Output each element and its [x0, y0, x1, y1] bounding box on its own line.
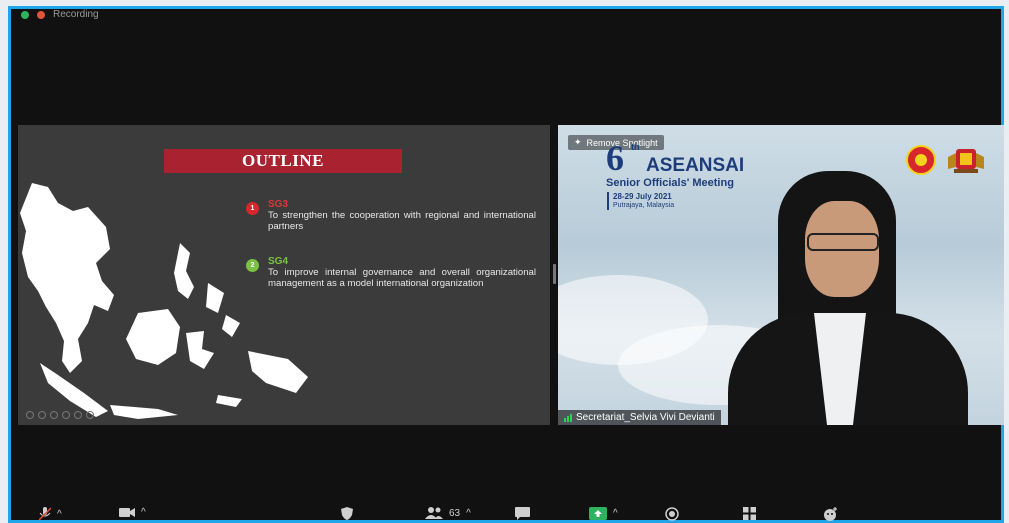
chevron-up-icon[interactable]: ^ — [57, 509, 62, 520]
prev-slide-icon[interactable] — [26, 411, 34, 419]
zoom-icon[interactable] — [74, 411, 82, 419]
goal-sg3: 1 SG3 To strengthen the cooperation with… — [246, 199, 536, 232]
chevron-up-icon[interactable]: ^ — [466, 508, 471, 519]
goal-number-badge: 1 — [246, 202, 259, 215]
signal-icon — [564, 413, 572, 422]
goal-description: To improve internal governance and overa… — [268, 267, 536, 289]
meeting-window: Recording OUTLINE 1 SG3 To strengthen th… — [8, 6, 1004, 523]
goal-code: SG3 — [268, 199, 289, 210]
record-icon — [665, 507, 679, 521]
goal-code: SG4 — [268, 256, 289, 267]
reactions-button[interactable] — [823, 507, 838, 521]
asean-logo — [906, 145, 936, 175]
recording-label: Recording — [53, 9, 99, 20]
speaker-glasses — [807, 233, 879, 251]
share-screen-button[interactable]: ^ — [589, 507, 618, 520]
speaker-video[interactable]: ✦ Remove Spotlight 6 th ASEANSAI Senior … — [558, 125, 1004, 425]
split-handle[interactable] — [553, 264, 556, 284]
participant-name: Secretariat_Selvia Vivi Devianti — [576, 412, 715, 423]
camera-icon — [119, 508, 135, 517]
shield-icon — [341, 507, 353, 520]
meeting-toolbar: ^ ^ 63 ^ ^ — [11, 507, 1001, 523]
event-dates: 28-29 July 2021 — [613, 192, 672, 201]
microphone-muted-icon — [39, 507, 51, 521]
apps-button[interactable] — [743, 507, 756, 520]
participant-name-tag: Secretariat_Selvia Vivi Devianti — [558, 410, 721, 425]
apps-grid-icon — [743, 507, 756, 520]
next-slide-icon[interactable] — [38, 411, 46, 419]
participants-icon — [425, 507, 443, 519]
reaction-icon — [824, 507, 837, 521]
recording-indicator[interactable]: Recording — [21, 9, 99, 20]
record-dot-icon — [37, 10, 45, 19]
pen-icon[interactable] — [50, 411, 58, 419]
participants-count: 63 — [449, 507, 461, 519]
chevron-up-icon[interactable]: ^ — [141, 507, 146, 518]
shared-screen[interactable]: OUTLINE 1 SG3 To strengthen the cooperat… — [18, 125, 550, 425]
pin-icon: ✦ — [574, 137, 582, 147]
chevron-up-icon[interactable]: ^ — [613, 508, 618, 519]
mute-button[interactable]: ^ — [39, 507, 62, 521]
malaysia-crest-logo — [948, 149, 984, 173]
event-place: Putrajaya, Malaysia — [613, 202, 675, 209]
slide-controls[interactable] — [26, 411, 94, 419]
participants-button[interactable]: 63 ^ — [425, 507, 471, 519]
security-check-icon — [21, 10, 29, 19]
more-icon[interactable] — [86, 411, 94, 419]
goal-description: To strengthen the cooperation with regio… — [268, 210, 536, 232]
record-button[interactable] — [665, 507, 679, 521]
event-divider — [607, 192, 609, 210]
video-button[interactable]: ^ — [119, 507, 146, 518]
share-screen-icon — [589, 507, 607, 520]
event-name: ASEANSAI — [646, 155, 745, 176]
event-number: 6 — [606, 138, 624, 178]
goal-sg4: 2 SG4 To improve internal governance and… — [246, 256, 536, 289]
slides-icon[interactable] — [62, 411, 70, 419]
chat-icon — [515, 507, 530, 520]
goal-number-badge: 2 — [246, 259, 259, 272]
chat-button[interactable] — [515, 507, 530, 520]
slide-title: OUTLINE — [164, 149, 402, 173]
security-button[interactable] — [341, 507, 353, 520]
event-number-suffix: th — [631, 142, 640, 152]
event-subtitle: Senior Officials' Meeting — [606, 177, 734, 189]
